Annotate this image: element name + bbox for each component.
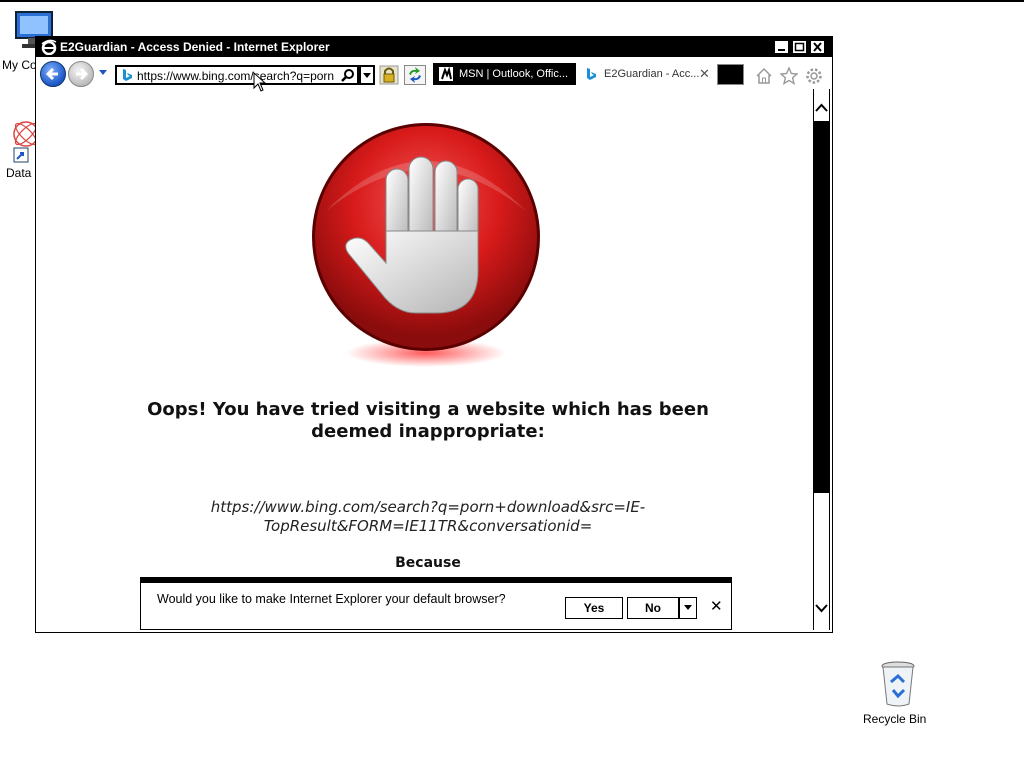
title-bar[interactable]: E2Guardian - Access Denied - Internet Ex… (36, 37, 832, 57)
because-heading: Because (395, 555, 461, 571)
blocked-url: https://www.bing.com/search?q=porn+downl… (210, 498, 646, 535)
address-dropdown-button[interactable] (359, 65, 375, 85)
msn-icon (439, 67, 453, 81)
access-denied-message: Oops! You have tried visiting a website … (147, 399, 709, 442)
close-icon (813, 42, 822, 52)
desktop-icon-label: Recycle Bin (863, 712, 927, 726)
tab-label: MSN | Outlook, Offic... (459, 68, 569, 80)
tab-close-icon[interactable]: ✕ (699, 66, 710, 82)
star-icon[interactable] (780, 67, 798, 85)
search-icon[interactable] (341, 68, 355, 82)
no-button[interactable]: No (627, 597, 679, 619)
history-dropdown-icon[interactable] (98, 69, 108, 77)
page-content: Oops! You have tried visiting a website … (38, 89, 812, 630)
notification-text: Would you like to make Internet Explorer… (157, 592, 506, 606)
refresh-button[interactable] (404, 65, 426, 85)
arrow-left-icon (45, 67, 58, 81)
desktop-icon-label: My Co (2, 58, 37, 72)
minimize-icon (778, 49, 785, 51)
chevron-down-icon (684, 605, 692, 610)
tab-label: E2Guardian - Acc... (604, 68, 700, 80)
chevron-down-icon (363, 73, 371, 78)
ie-logo-icon (41, 39, 57, 55)
close-window-button[interactable] (810, 40, 825, 54)
desktop-top-border (0, 0, 1024, 2)
scrollbar-thumb[interactable] (814, 121, 829, 493)
notification-close-icon[interactable]: ✕ (710, 597, 723, 615)
refresh-icon (409, 67, 421, 83)
vertical-scrollbar[interactable] (813, 89, 830, 630)
desktop-icon-label: Data (6, 166, 32, 180)
bing-icon (123, 69, 132, 81)
tab-e2guardian[interactable]: E2Guardian - Acc... ✕ (580, 63, 714, 85)
address-url: https://www.bing.com/search?q=porn (137, 69, 335, 83)
maximize-button[interactable] (792, 40, 807, 54)
home-icon[interactable] (755, 67, 773, 85)
yes-button[interactable]: Yes (565, 597, 623, 619)
no-dropdown-button[interactable] (679, 597, 697, 619)
gear-icon[interactable] (805, 67, 823, 85)
maximize-icon (794, 42, 805, 52)
navigation-bar: https://www.bing.com/search?q=porn MSN |… (36, 57, 832, 89)
security-lock-button[interactable] (378, 65, 400, 85)
scroll-down-icon[interactable] (814, 599, 829, 617)
forward-button[interactable] (68, 61, 94, 87)
scroll-up-icon[interactable] (814, 99, 829, 117)
recycle-bin-icon (881, 661, 915, 707)
default-browser-notification: Would you like to make Internet Explorer… (140, 577, 732, 630)
new-tab-button[interactable] (717, 64, 744, 85)
lock-icon (379, 65, 399, 85)
bing-icon (587, 68, 596, 80)
tab-msn[interactable]: MSN | Outlook, Offic... (433, 63, 576, 85)
ie-window: E2Guardian - Access Denied - Internet Ex… (35, 36, 833, 633)
back-button[interactable] (40, 61, 66, 87)
address-bar[interactable]: https://www.bing.com/search?q=porn (115, 65, 359, 85)
arrow-right-icon (76, 67, 89, 81)
stop-hand-icon (312, 123, 540, 367)
mouse-cursor-icon (253, 72, 267, 92)
minimize-button[interactable] (774, 40, 789, 54)
window-title: E2Guardian - Access Denied - Internet Ex… (60, 40, 330, 54)
